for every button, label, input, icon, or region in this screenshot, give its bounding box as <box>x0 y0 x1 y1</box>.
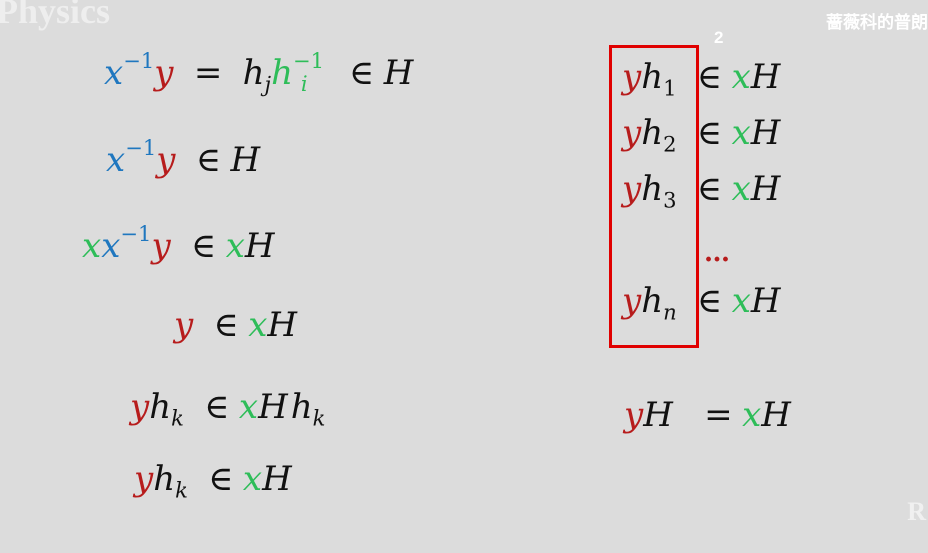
equation-left-5: yhk ∈ xHhk <box>130 387 326 431</box>
equation-left-3: xx−1y ∈ xH <box>82 221 275 266</box>
watermark-channel: 蔷薇科的普朗 <box>826 13 928 33</box>
coset-row-n: yhn ∈ xH <box>622 281 781 325</box>
coset-row-2: yh2 ∈ xH <box>622 113 781 157</box>
page-number: 2 <box>714 28 724 47</box>
watermark-corner: R <box>907 497 926 526</box>
coset-row-1: yh1 ∈ xH <box>622 57 781 101</box>
coset-row-3: yh3 ∈ xH <box>622 169 781 213</box>
watermark-physics: Physics <box>0 0 111 31</box>
equation-left-4: y ∈ xH <box>174 305 298 345</box>
equation-left-6: yhk ∈ xH <box>134 459 292 503</box>
conclusion-equation: yH = xH <box>624 395 791 435</box>
ellipsis: … <box>704 238 731 268</box>
equation-left-1: x−1y = hjh−1i ∈ H <box>104 48 414 97</box>
equation-left-2: x−1y ∈ H <box>106 135 261 180</box>
